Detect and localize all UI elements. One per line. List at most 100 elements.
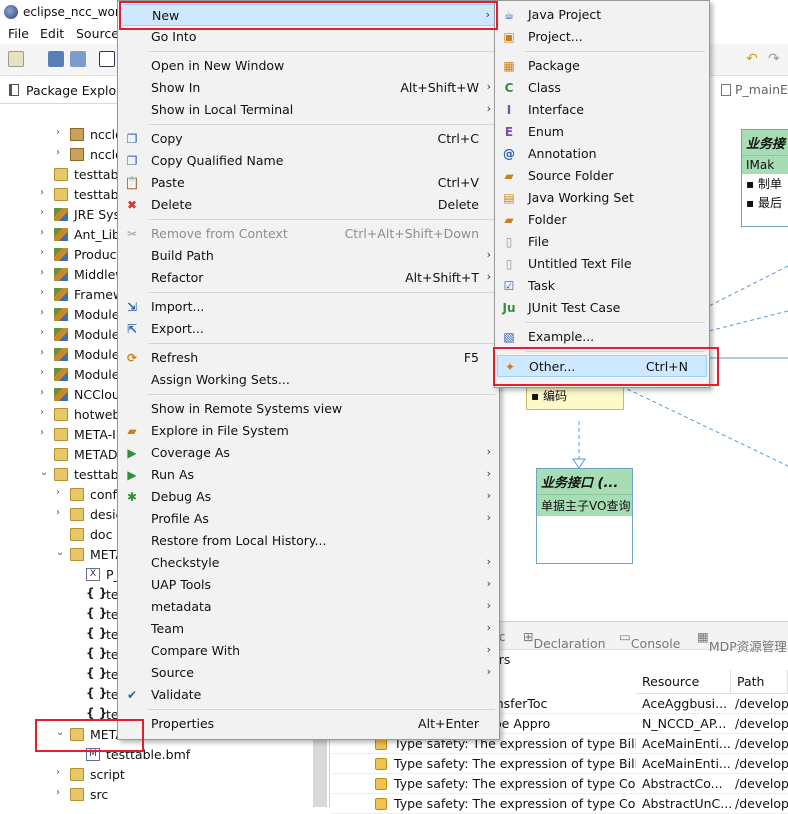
chevron-right-icon[interactable]: ›: [40, 287, 50, 298]
new-icon[interactable]: [8, 51, 24, 67]
menu-item-package[interactable]: ▦ Package: [497, 55, 707, 77]
menu-item-profile-as[interactable]: Profile As ›: [120, 508, 497, 530]
chevron-right-icon[interactable]: ›: [40, 207, 50, 218]
chevron-right-icon[interactable]: ›: [56, 787, 66, 798]
chevron-right-icon[interactable]: ›: [56, 147, 66, 158]
chevron-right-icon[interactable]: ›: [56, 127, 66, 138]
menu-item-file[interactable]: ▯ File: [497, 231, 707, 253]
menu-item-refactor[interactable]: Refactor Alt+Shift+T ›: [120, 267, 497, 289]
menu-item-untitled-text-file[interactable]: ▯ Untitled Text File: [497, 253, 707, 275]
menu-item-compare-with[interactable]: Compare With ›: [120, 640, 497, 662]
cell-path: /develop: [735, 796, 788, 811]
menu-item-validate[interactable]: ✔ Validate: [120, 684, 497, 706]
chevron-right-icon[interactable]: ›: [40, 227, 50, 238]
tab-console[interactable]: ▭ Console: [619, 629, 680, 651]
menu-item-remove-from-context[interactable]: ✂ Remove from Context Ctrl+Alt+Shift+Down: [120, 223, 497, 245]
menu-separator: [148, 219, 495, 220]
chevron-right-icon[interactable]: ›: [40, 187, 50, 198]
menu-item-label: Annotation: [528, 146, 597, 161]
chevron-right-icon[interactable]: ›: [40, 327, 50, 338]
tree-item[interactable]: › script: [44, 765, 330, 785]
menu-item-example[interactable]: ▧ Example...: [497, 326, 707, 348]
chevron-right-icon[interactable]: ›: [40, 387, 50, 398]
chevron-right-icon[interactable]: ›: [40, 307, 50, 318]
save-all-icon[interactable]: [70, 51, 86, 67]
uml-box-right[interactable]: 业务接 IMak ▪ 制单 ▪ 最后: [741, 129, 788, 227]
menu-item-class[interactable]: C Class: [497, 77, 707, 99]
menu-item-show-in-local-terminal[interactable]: Show in Local Terminal ›: [120, 99, 497, 121]
menu-source[interactable]: Source: [76, 26, 119, 41]
menu-item-explore-in-file-system[interactable]: ▰ Explore in File System: [120, 420, 497, 442]
chevron-right-icon[interactable]: ›: [56, 487, 66, 498]
chevron-right-icon[interactable]: ›: [40, 267, 50, 278]
chevron-right-icon[interactable]: ›: [40, 407, 50, 418]
menu-file[interactable]: File: [8, 26, 29, 41]
cell-resource: AceAggbusi...: [642, 696, 728, 711]
menu-item-source-folder[interactable]: ▰ Source Folder: [497, 165, 707, 187]
menu-item-copy-qualified-name[interactable]: ❐ Copy Qualified Name: [120, 150, 497, 172]
menu-item-folder[interactable]: ▰ Folder: [497, 209, 707, 231]
chevron-right-icon[interactable]: ›: [56, 767, 66, 778]
table-row[interactable]: Type safety: The expression of type Coll…: [331, 774, 788, 794]
menu-item-show-in-remote-systems-view[interactable]: Show in Remote Systems view: [120, 398, 497, 420]
menu-item-metadata[interactable]: metadata ›: [120, 596, 497, 618]
menu-item-paste[interactable]: 📋 Paste Ctrl+V: [120, 172, 497, 194]
chevron-right-icon[interactable]: ›: [40, 247, 50, 258]
menu-item-build-path[interactable]: Build Path ›: [120, 245, 497, 267]
tree-item[interactable]: › src: [44, 785, 330, 805]
table-row[interactable]: Type safety: The expression of type Bill…: [331, 754, 788, 774]
source-folder-icon: ▰: [504, 169, 514, 183]
menu-item-copy[interactable]: ❐ Copy Ctrl+C: [120, 128, 497, 150]
chevron-down-icon[interactable]: ⌄: [56, 547, 66, 558]
table-row[interactable]: Type safety: The expression of type Coll…: [331, 794, 788, 814]
menu-item-uap-tools[interactable]: UAP Tools ›: [120, 574, 497, 596]
menu-item-label: Package: [528, 58, 580, 73]
menu-item-open-in-new-window[interactable]: Open in New Window: [120, 55, 497, 77]
chevron-right-icon[interactable]: ›: [56, 507, 66, 518]
lib-icon: [54, 268, 68, 281]
menu-edit[interactable]: Edit: [40, 26, 64, 41]
menu-item-run-as[interactable]: ▶ Run As ›: [120, 464, 497, 486]
chevron-right-icon[interactable]: ›: [40, 347, 50, 358]
menu-item-enum[interactable]: E Enum: [497, 121, 707, 143]
menu-item-assign-working-sets[interactable]: Assign Working Sets...: [120, 369, 497, 391]
menu-item-restore-from-local-history[interactable]: Restore from Local History...: [120, 530, 497, 552]
tab-declaration[interactable]: ⊞ Declaration: [523, 629, 606, 651]
menu-item-java-project[interactable]: ☕ Java Project: [497, 4, 707, 26]
menu-item-export[interactable]: ⇱ Export...: [120, 318, 497, 340]
menu-item-coverage-as[interactable]: ▶ Coverage As ›: [120, 442, 497, 464]
chevron-right-icon[interactable]: ›: [40, 367, 50, 378]
tab-mdp[interactable]: ▦ MDP资源管理: [697, 629, 787, 654]
menu-item-task[interactable]: ☑ Task: [497, 275, 707, 297]
console-icon[interactable]: [99, 51, 115, 67]
menu-item-import[interactable]: ⇲ Import...: [120, 296, 497, 318]
chevron-down-icon[interactable]: ⌄: [40, 467, 50, 478]
menu-item-java-working-set[interactable]: ▤ Java Working Set: [497, 187, 707, 209]
menu-item-team[interactable]: Team ›: [120, 618, 497, 640]
save-icon[interactable]: [48, 51, 64, 67]
menu-item-annotation[interactable]: @ Annotation: [497, 143, 707, 165]
back-icon[interactable]: ↶: [746, 51, 762, 67]
package-icon: ▦: [503, 59, 515, 73]
menu-item-debug-as[interactable]: ✱ Debug As ›: [120, 486, 497, 508]
lib-icon: [54, 348, 68, 361]
uml-box-bottom[interactable]: 业务接口 (... 单据主子VO查询: [536, 468, 633, 564]
menu-item-label: Task: [528, 278, 555, 293]
menu-item-delete[interactable]: ✖ Delete Delete: [120, 194, 497, 216]
menu-item-show-in[interactable]: Show In Alt+Shift+W ›: [120, 77, 497, 99]
menu-item-project[interactable]: ▣ Project...: [497, 26, 707, 48]
column-resource[interactable]: Resource: [636, 670, 731, 694]
menu-item-interface[interactable]: I Interface: [497, 99, 707, 121]
menu-item-label: Build Path: [151, 248, 214, 263]
menu-item-properties[interactable]: Properties Alt+Enter: [120, 713, 497, 735]
forward-icon[interactable]: ↷: [768, 51, 784, 67]
explorer-scrollbar[interactable]: [313, 732, 327, 807]
menu-item-checkstyle[interactable]: Checkstyle ›: [120, 552, 497, 574]
menu-item-label: Go Into: [151, 29, 197, 44]
chevron-right-icon[interactable]: ›: [40, 427, 50, 438]
menu-item-refresh[interactable]: ⟳ Refresh F5: [120, 347, 497, 369]
menu-item-label: Validate: [151, 687, 202, 702]
menu-item-source[interactable]: Source ›: [120, 662, 497, 684]
column-path[interactable]: Path: [731, 670, 788, 694]
menu-item-junit-test-case[interactable]: Ju JUnit Test Case: [497, 297, 707, 319]
